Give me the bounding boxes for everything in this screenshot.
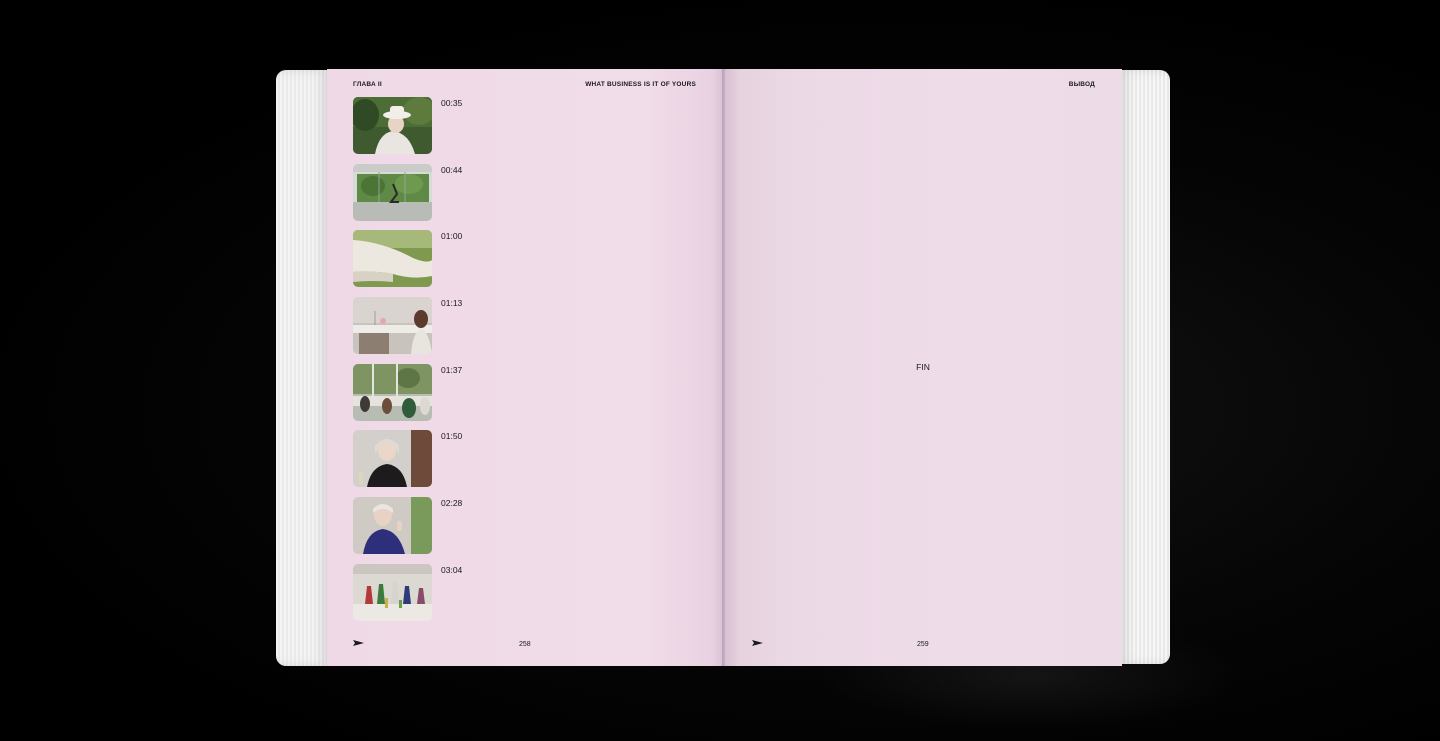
section-label: ВЫВОД: [1068, 81, 1095, 88]
timecode: 01:13: [441, 298, 463, 309]
page-number: 259: [917, 641, 929, 648]
thumb-terrace-lunch-icon: [353, 363, 432, 421]
fin-text: FIN: [916, 362, 930, 372]
thumb-woman-blue-top-icon: [353, 497, 432, 555]
timecode: 02:28: [441, 498, 463, 509]
chapter-label: ГЛАВА II: [353, 81, 382, 88]
thumb-dancing-group-icon: [353, 563, 432, 621]
arrow-mark-icon: [752, 640, 763, 646]
right-page: ВЫВОД FIN 259: [724, 69, 1122, 666]
book-gutter: [722, 69, 725, 666]
book-photo: ГЛАВА II WHAT BUSINESS IS IT OF YOURS 00…: [0, 0, 1440, 741]
arrow-mark-icon: [353, 640, 364, 646]
thumb-white-sleeve-icon: [353, 230, 432, 288]
page-stack-left-edge: [276, 70, 328, 666]
timecode: 01:50: [441, 431, 463, 442]
thumb-dining-table-icon: [353, 297, 432, 355]
timecode: 03:04: [441, 564, 463, 575]
page-number: 258: [519, 641, 531, 648]
timecode: 01:37: [441, 364, 463, 375]
page-stack-right-edge: [1121, 70, 1170, 664]
thumb-woman-white-hat-icon: [353, 97, 432, 154]
running-title: WHAT BUSINESS IS IT OF YOURS: [585, 81, 696, 88]
left-page: ГЛАВА II WHAT BUSINESS IS IT OF YOURS 00…: [327, 69, 724, 666]
timecode: 01:00: [441, 231, 463, 242]
thumb-woman-black-dress-icon: [353, 430, 432, 488]
timecode: 00:44: [441, 164, 463, 175]
thumb-glass-room-icon: [353, 163, 432, 221]
timecode: 00:35: [441, 98, 463, 108]
